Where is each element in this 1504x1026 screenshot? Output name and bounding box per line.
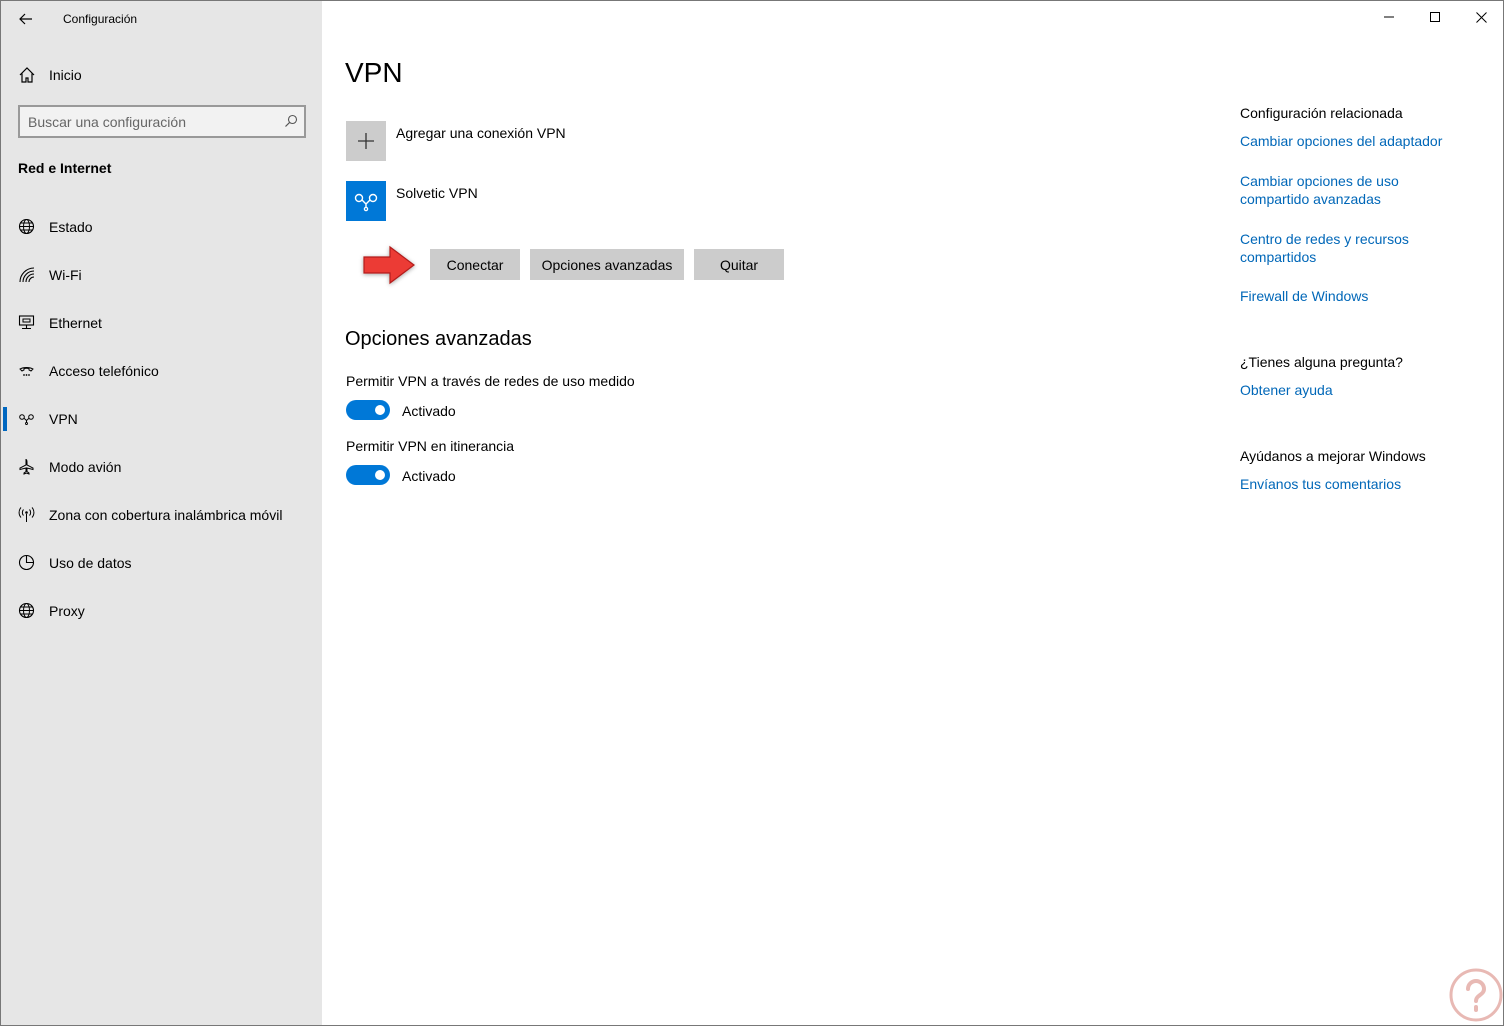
vpn-icon bbox=[19, 414, 34, 425]
vpn-connection-tile bbox=[346, 181, 386, 221]
home-label: Inicio bbox=[49, 67, 82, 83]
back-arrow-icon bbox=[19, 13, 32, 25]
back-button[interactable] bbox=[11, 5, 41, 33]
pointer-arrow-annotation bbox=[363, 245, 415, 285]
home-nav-item[interactable]: Inicio bbox=[1, 57, 322, 93]
ethernet-icon bbox=[18, 315, 35, 330]
sidebar-item-uso-datos[interactable]: Uso de datos bbox=[1, 539, 322, 587]
metered-option-label: Permitir VPN a través de redes de uso me… bbox=[346, 373, 635, 389]
vpn-connection-name: Solvetic VPN bbox=[396, 185, 478, 201]
advanced-options-button[interactable]: Opciones avanzadas bbox=[530, 249, 684, 280]
sidebar-item-modo-avion[interactable]: Modo avión bbox=[1, 443, 322, 491]
feedback-heading: Ayúdanos a mejorar Windows bbox=[1240, 448, 1426, 464]
dialup-icon bbox=[19, 366, 34, 376]
minimize-icon bbox=[1384, 16, 1394, 18]
link-adapter-options[interactable]: Cambiar opciones del adaptador bbox=[1240, 132, 1470, 150]
metered-toggle-state: Activado bbox=[402, 403, 456, 419]
sidebar-item-label: Ethernet bbox=[49, 315, 102, 331]
home-icon bbox=[19, 67, 35, 83]
link-sharing-options[interactable]: Cambiar opciones de uso compartido avanz… bbox=[1240, 172, 1470, 208]
search-icon[interactable] bbox=[284, 114, 298, 128]
minimize-button[interactable] bbox=[1366, 1, 1412, 33]
plus-icon bbox=[358, 133, 374, 149]
link-get-help[interactable]: Obtener ayuda bbox=[1240, 381, 1470, 399]
sidebar-item-label: Modo avión bbox=[49, 459, 122, 475]
vpn-connection-item[interactable]: Solvetic VPN bbox=[346, 181, 946, 221]
maximize-button[interactable] bbox=[1412, 1, 1458, 33]
settings-window: Configuración Inicio Red e Internet Esta… bbox=[0, 0, 1504, 1026]
globe-status-icon bbox=[18, 218, 35, 235]
close-icon bbox=[1475, 11, 1487, 23]
add-vpn-label: Agregar una conexión VPN bbox=[396, 125, 566, 141]
watermark-logo bbox=[1449, 968, 1503, 1022]
sidebar-item-label: Acceso telefónico bbox=[49, 363, 159, 379]
link-firewall[interactable]: Firewall de Windows bbox=[1240, 287, 1470, 305]
airplane-icon bbox=[19, 458, 34, 475]
sidebar: Configuración Inicio Red e Internet Esta… bbox=[1, 1, 322, 1025]
sidebar-item-zona-cobertura[interactable]: Zona con cobertura inalámbrica móvil bbox=[1, 491, 322, 539]
metered-toggle[interactable] bbox=[346, 400, 390, 420]
link-network-center[interactable]: Centro de redes y recursos compartidos bbox=[1240, 230, 1470, 266]
active-indicator bbox=[3, 407, 7, 431]
roaming-toggle[interactable] bbox=[346, 465, 390, 485]
maximize-icon bbox=[1430, 12, 1440, 22]
sidebar-item-proxy[interactable]: Proxy bbox=[1, 587, 322, 635]
data-usage-icon bbox=[18, 554, 35, 571]
sidebar-item-acceso-telefonico[interactable]: Acceso telefónico bbox=[1, 347, 322, 395]
roaming-toggle-state: Activado bbox=[402, 468, 456, 484]
vpn-connection-icon bbox=[354, 193, 378, 212]
sidebar-item-vpn[interactable]: VPN bbox=[1, 395, 322, 443]
toggle-knob bbox=[375, 470, 385, 480]
remove-button[interactable]: Quitar bbox=[694, 249, 784, 280]
toggle-knob bbox=[375, 405, 385, 415]
add-tile bbox=[346, 121, 386, 161]
question-heading: ¿Tienes alguna pregunta? bbox=[1240, 354, 1403, 370]
sidebar-item-ethernet[interactable]: Ethernet bbox=[1, 299, 322, 347]
sidebar-item-wifi[interactable]: Wi-Fi bbox=[1, 251, 322, 299]
hotspot-icon bbox=[18, 507, 35, 522]
connect-button[interactable]: Conectar bbox=[430, 249, 520, 280]
advanced-options-title: Opciones avanzadas bbox=[345, 328, 532, 350]
search-input[interactable] bbox=[28, 112, 278, 132]
sidebar-item-label: Estado bbox=[49, 219, 93, 235]
sidebar-item-label: Proxy bbox=[49, 603, 85, 619]
sidebar-item-label: Uso de datos bbox=[49, 555, 132, 571]
related-settings-heading: Configuración relacionada bbox=[1240, 105, 1403, 121]
link-feedback[interactable]: Envíanos tus comentarios bbox=[1240, 475, 1470, 493]
close-button[interactable] bbox=[1458, 1, 1504, 33]
sidebar-nav: Estado Wi-Fi Ethernet Acceso telefónico … bbox=[1, 203, 322, 635]
sidebar-item-label: Zona con cobertura inalámbrica móvil bbox=[49, 507, 283, 523]
app-title: Configuración bbox=[63, 12, 138, 26]
globe-icon bbox=[18, 602, 35, 619]
sidebar-item-estado[interactable]: Estado bbox=[1, 203, 322, 251]
section-title: Red e Internet bbox=[18, 160, 112, 176]
wifi-icon bbox=[19, 267, 35, 283]
sidebar-item-label: Wi-Fi bbox=[49, 267, 82, 283]
add-vpn-connection[interactable]: Agregar una conexión VPN bbox=[346, 121, 946, 161]
sidebar-item-label: VPN bbox=[49, 411, 78, 427]
search-box[interactable] bbox=[18, 105, 306, 138]
page-title: VPN bbox=[345, 57, 403, 88]
roaming-option-label: Permitir VPN en itinerancia bbox=[346, 438, 515, 454]
